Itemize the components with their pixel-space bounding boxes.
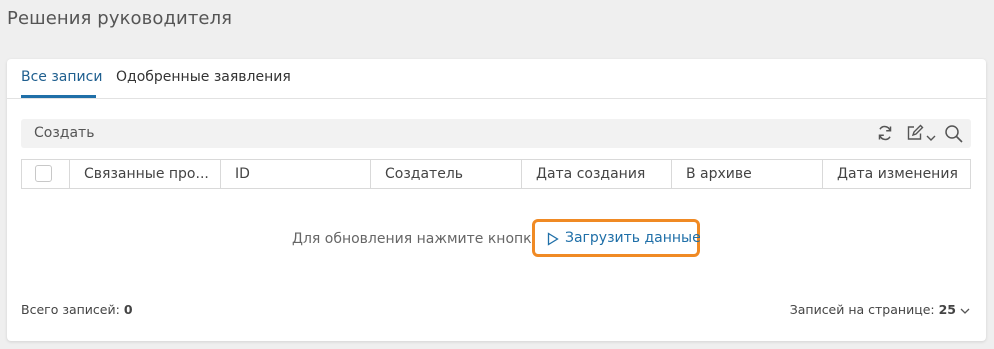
tab-approved-applications[interactable]: Одобренные заявления <box>116 69 291 85</box>
toolbar: Создать <box>21 119 971 148</box>
column-header-related[interactable]: Связанные про... <box>69 160 220 188</box>
column-header-archived[interactable]: В архиве <box>671 160 822 188</box>
empty-state-message: Для обновления нажмите кнопку <box>292 231 540 247</box>
page-size-selector[interactable]: Записей на странице: 25 <box>790 302 970 317</box>
column-header-creator[interactable]: Создатель <box>370 160 521 188</box>
select-all-checkbox[interactable] <box>35 165 52 182</box>
refresh-icon[interactable] <box>876 124 894 146</box>
load-data-button[interactable]: Загрузить данные <box>532 219 701 257</box>
tab-bar: Все записи Одобренные заявления <box>7 59 986 99</box>
column-header-id[interactable]: ID <box>220 160 370 188</box>
active-tab-indicator <box>21 95 96 98</box>
records-panel: Все записи Одобренные заявления Создать <box>7 59 986 341</box>
page-size-value: 25 <box>938 302 957 317</box>
page-title: Решения руководителя <box>7 8 233 29</box>
page-size-label: Записей на странице: <box>789 302 935 317</box>
total-records-value: 0 <box>123 302 133 317</box>
play-icon <box>547 231 559 250</box>
grid-header: Связанные про... ID Создатель Дата созда… <box>21 159 971 189</box>
search-icon[interactable] <box>944 124 964 148</box>
select-all-cell <box>22 160 69 188</box>
tab-all-records[interactable]: Все записи <box>21 69 102 85</box>
create-button[interactable]: Создать <box>34 125 94 141</box>
chevron-down-icon <box>960 302 970 317</box>
load-data-label: Загрузить данные <box>565 230 701 246</box>
chevron-down-icon[interactable] <box>926 127 936 146</box>
column-header-modified-date[interactable]: Дата изменения <box>822 160 970 188</box>
column-header-created-date[interactable]: Дата создания <box>521 160 671 188</box>
total-records: Всего записей: 0 <box>21 302 133 317</box>
edit-icon[interactable] <box>905 124 925 146</box>
total-records-label: Всего записей: <box>21 302 120 317</box>
